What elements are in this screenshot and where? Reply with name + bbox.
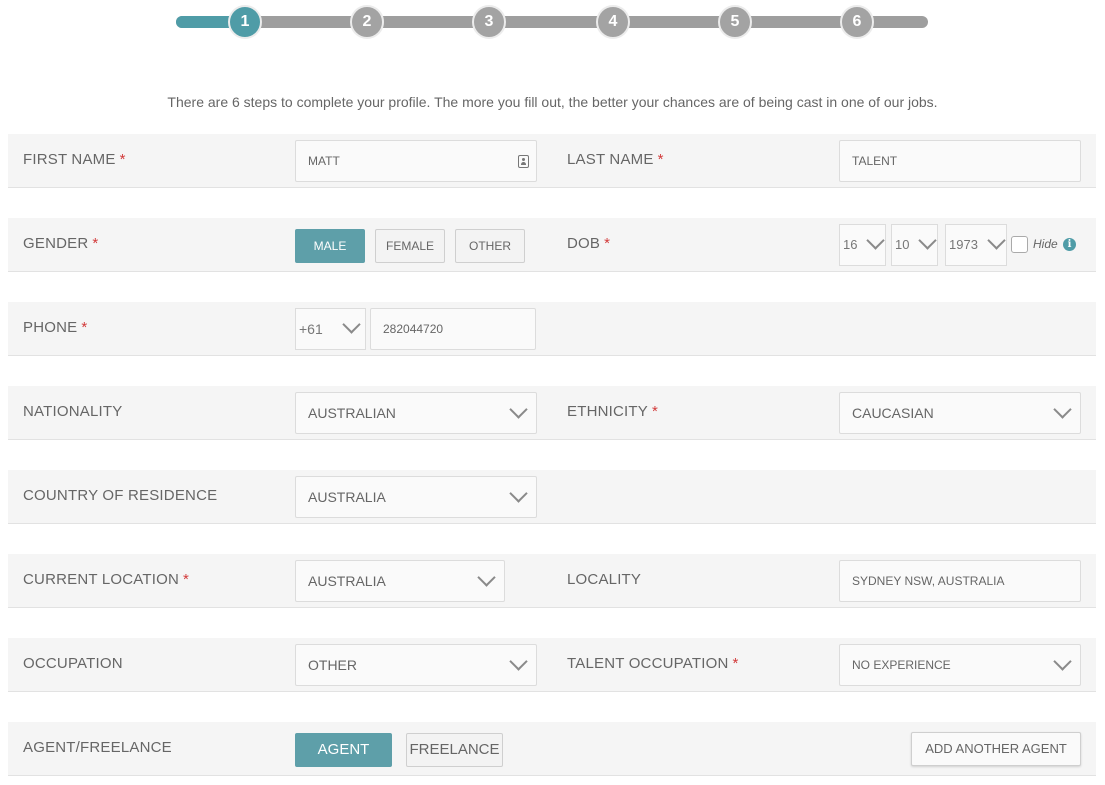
step-5[interactable]: 5 xyxy=(718,5,752,39)
add-another-agent-button[interactable]: ADD ANOTHER AGENT xyxy=(911,732,1081,766)
gender-other-button[interactable]: OTHER xyxy=(455,229,525,263)
agent-button[interactable]: AGENT xyxy=(295,733,392,767)
step-1[interactable]: 1 xyxy=(228,5,262,39)
info-icon[interactable]: i xyxy=(1063,238,1076,251)
locality-input[interactable]: SYDNEY NSW, AUSTRALIA xyxy=(839,560,1081,602)
chevron-down-icon xyxy=(510,405,524,419)
freelance-button[interactable]: FREELANCE xyxy=(406,733,503,767)
current-location-label: CURRENT LOCATION * xyxy=(23,571,190,588)
chevron-down-icon xyxy=(478,573,492,587)
phone-number-input[interactable]: 282044720 xyxy=(370,308,536,350)
step-3[interactable]: 3 xyxy=(472,5,506,39)
gender-label: GENDER * xyxy=(23,235,99,252)
nationality-label: NATIONALITY xyxy=(23,403,123,420)
step-4[interactable]: 4 xyxy=(596,5,630,39)
chevron-down-icon xyxy=(510,489,524,503)
chevron-down-icon xyxy=(919,236,933,250)
step-2[interactable]: 2 xyxy=(350,5,384,39)
country-of-residence-label: COUNTRY OF RESIDENCE xyxy=(23,487,218,504)
row-phone xyxy=(8,302,1096,356)
occupation-select[interactable]: OTHER xyxy=(295,644,537,686)
dob-month-select[interactable]: 10 xyxy=(891,224,938,266)
last-name-input[interactable]: TALENT xyxy=(839,140,1081,182)
dob-day-select[interactable]: 16 xyxy=(839,224,886,266)
first-name-label: FIRST NAME * xyxy=(23,151,126,168)
country-of-residence-select[interactable]: AUSTRALIA xyxy=(295,476,537,518)
first-name-value: MATT xyxy=(308,154,340,168)
hide-dob-checkbox[interactable] xyxy=(1011,236,1028,253)
chevron-down-icon xyxy=(988,236,1002,250)
locality-label: LOCALITY xyxy=(567,571,642,588)
talent-occupation-label: TALENT OCCUPATION * xyxy=(567,655,739,672)
intro-text: There are 6 steps to complete your profi… xyxy=(167,94,938,110)
dob-year-select[interactable]: 1973 xyxy=(945,224,1007,266)
ethnicity-select[interactable]: CAUCASIAN xyxy=(839,392,1081,434)
nationality-select[interactable]: AUSTRALIAN xyxy=(295,392,537,434)
chevron-down-icon xyxy=(510,657,524,671)
gender-female-button[interactable]: FEMALE xyxy=(375,229,445,263)
current-location-select[interactable]: AUSTRALIA xyxy=(295,560,505,602)
chevron-down-icon xyxy=(343,320,357,334)
dob-label: DOB * xyxy=(567,235,611,252)
phone-label: PHONE * xyxy=(23,319,88,336)
hide-dob-label: Hide xyxy=(1033,237,1058,251)
progress-stepper: 1 2 3 4 5 6 xyxy=(0,0,1105,48)
progress-track xyxy=(176,16,928,28)
ethnicity-label: ETHNICITY * xyxy=(567,403,659,420)
gender-male-button[interactable]: MALE xyxy=(295,229,365,263)
chevron-down-icon xyxy=(1054,657,1068,671)
talent-occupation-select[interactable]: NO EXPERIENCE xyxy=(839,644,1081,686)
first-name-input[interactable]: MATT xyxy=(295,140,537,182)
chevron-down-icon xyxy=(1054,405,1068,419)
chevron-down-icon xyxy=(867,236,881,250)
step-6[interactable]: 6 xyxy=(840,5,874,39)
contact-card-icon[interactable] xyxy=(518,155,529,168)
last-name-label: LAST NAME * xyxy=(567,151,664,168)
occupation-label: OCCUPATION xyxy=(23,655,123,672)
agent-freelance-label: AGENT/FREELANCE xyxy=(23,739,172,756)
phone-country-code-select[interactable]: +61 xyxy=(295,308,366,350)
